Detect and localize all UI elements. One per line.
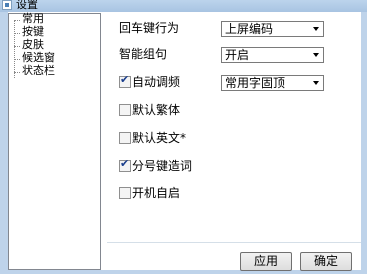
nav-item-label: 常用 — [22, 12, 44, 25]
default-english-checkbox[interactable] — [119, 132, 132, 145]
ok-button[interactable]: 确定 — [300, 252, 352, 271]
app-icon — [2, 0, 12, 10]
settings-nav-tree: 常用 按键 皮肤 候选窗 状态栏 — [8, 13, 101, 270]
nav-item-label: 皮肤 — [22, 38, 44, 51]
semicolon-word-label[interactable]: 分号键造词 — [132, 159, 192, 173]
nav-item-label: 按键 — [22, 25, 44, 38]
smart-phrase-label: 智能组句 — [119, 47, 168, 61]
apply-button[interactable]: 应用 — [240, 252, 292, 271]
window-frame-right — [361, 12, 367, 274]
default-traditional-checkbox[interactable] — [119, 104, 132, 117]
default-traditional-label[interactable]: 默认繁体 — [132, 103, 180, 117]
smart-phrase-select[interactable]: 开启 — [221, 47, 324, 63]
startup-checkbox[interactable] — [119, 187, 132, 200]
nav-item-label: 状态栏 — [22, 64, 55, 77]
smart-phrase-value: 开启 — [225, 48, 250, 62]
check-icon: ✔ — [120, 157, 130, 170]
window-frame-left — [0, 12, 8, 274]
auto-freq-label[interactable]: 自动调频 — [132, 75, 180, 89]
window-title: 设置 — [16, 0, 38, 11]
chevron-down-icon — [313, 81, 319, 85]
auto-freq-value: 常用字固顶 — [225, 76, 286, 90]
enter-key-label: 回车键行为 — [119, 21, 180, 35]
check-icon: ✔ — [120, 73, 130, 86]
title-bar[interactable]: 设置 — [0, 0, 367, 12]
enter-key-select[interactable]: 上屏编码 — [221, 21, 324, 37]
tree-connector-line — [14, 20, 15, 78]
chevron-down-icon — [313, 53, 319, 57]
chevron-down-icon — [313, 27, 319, 31]
enter-key-value: 上屏编码 — [225, 22, 274, 36]
auto-freq-checkbox[interactable]: ✔ — [119, 73, 132, 89]
footer-divider — [107, 242, 361, 243]
auto-freq-select[interactable]: 常用字固顶 — [221, 75, 324, 91]
nav-item-label: 候选窗 — [22, 51, 55, 64]
semicolon-word-checkbox[interactable]: ✔ — [119, 157, 132, 173]
startup-label[interactable]: 开机自启 — [132, 186, 180, 200]
default-english-label[interactable]: 默认英文* — [132, 131, 186, 145]
